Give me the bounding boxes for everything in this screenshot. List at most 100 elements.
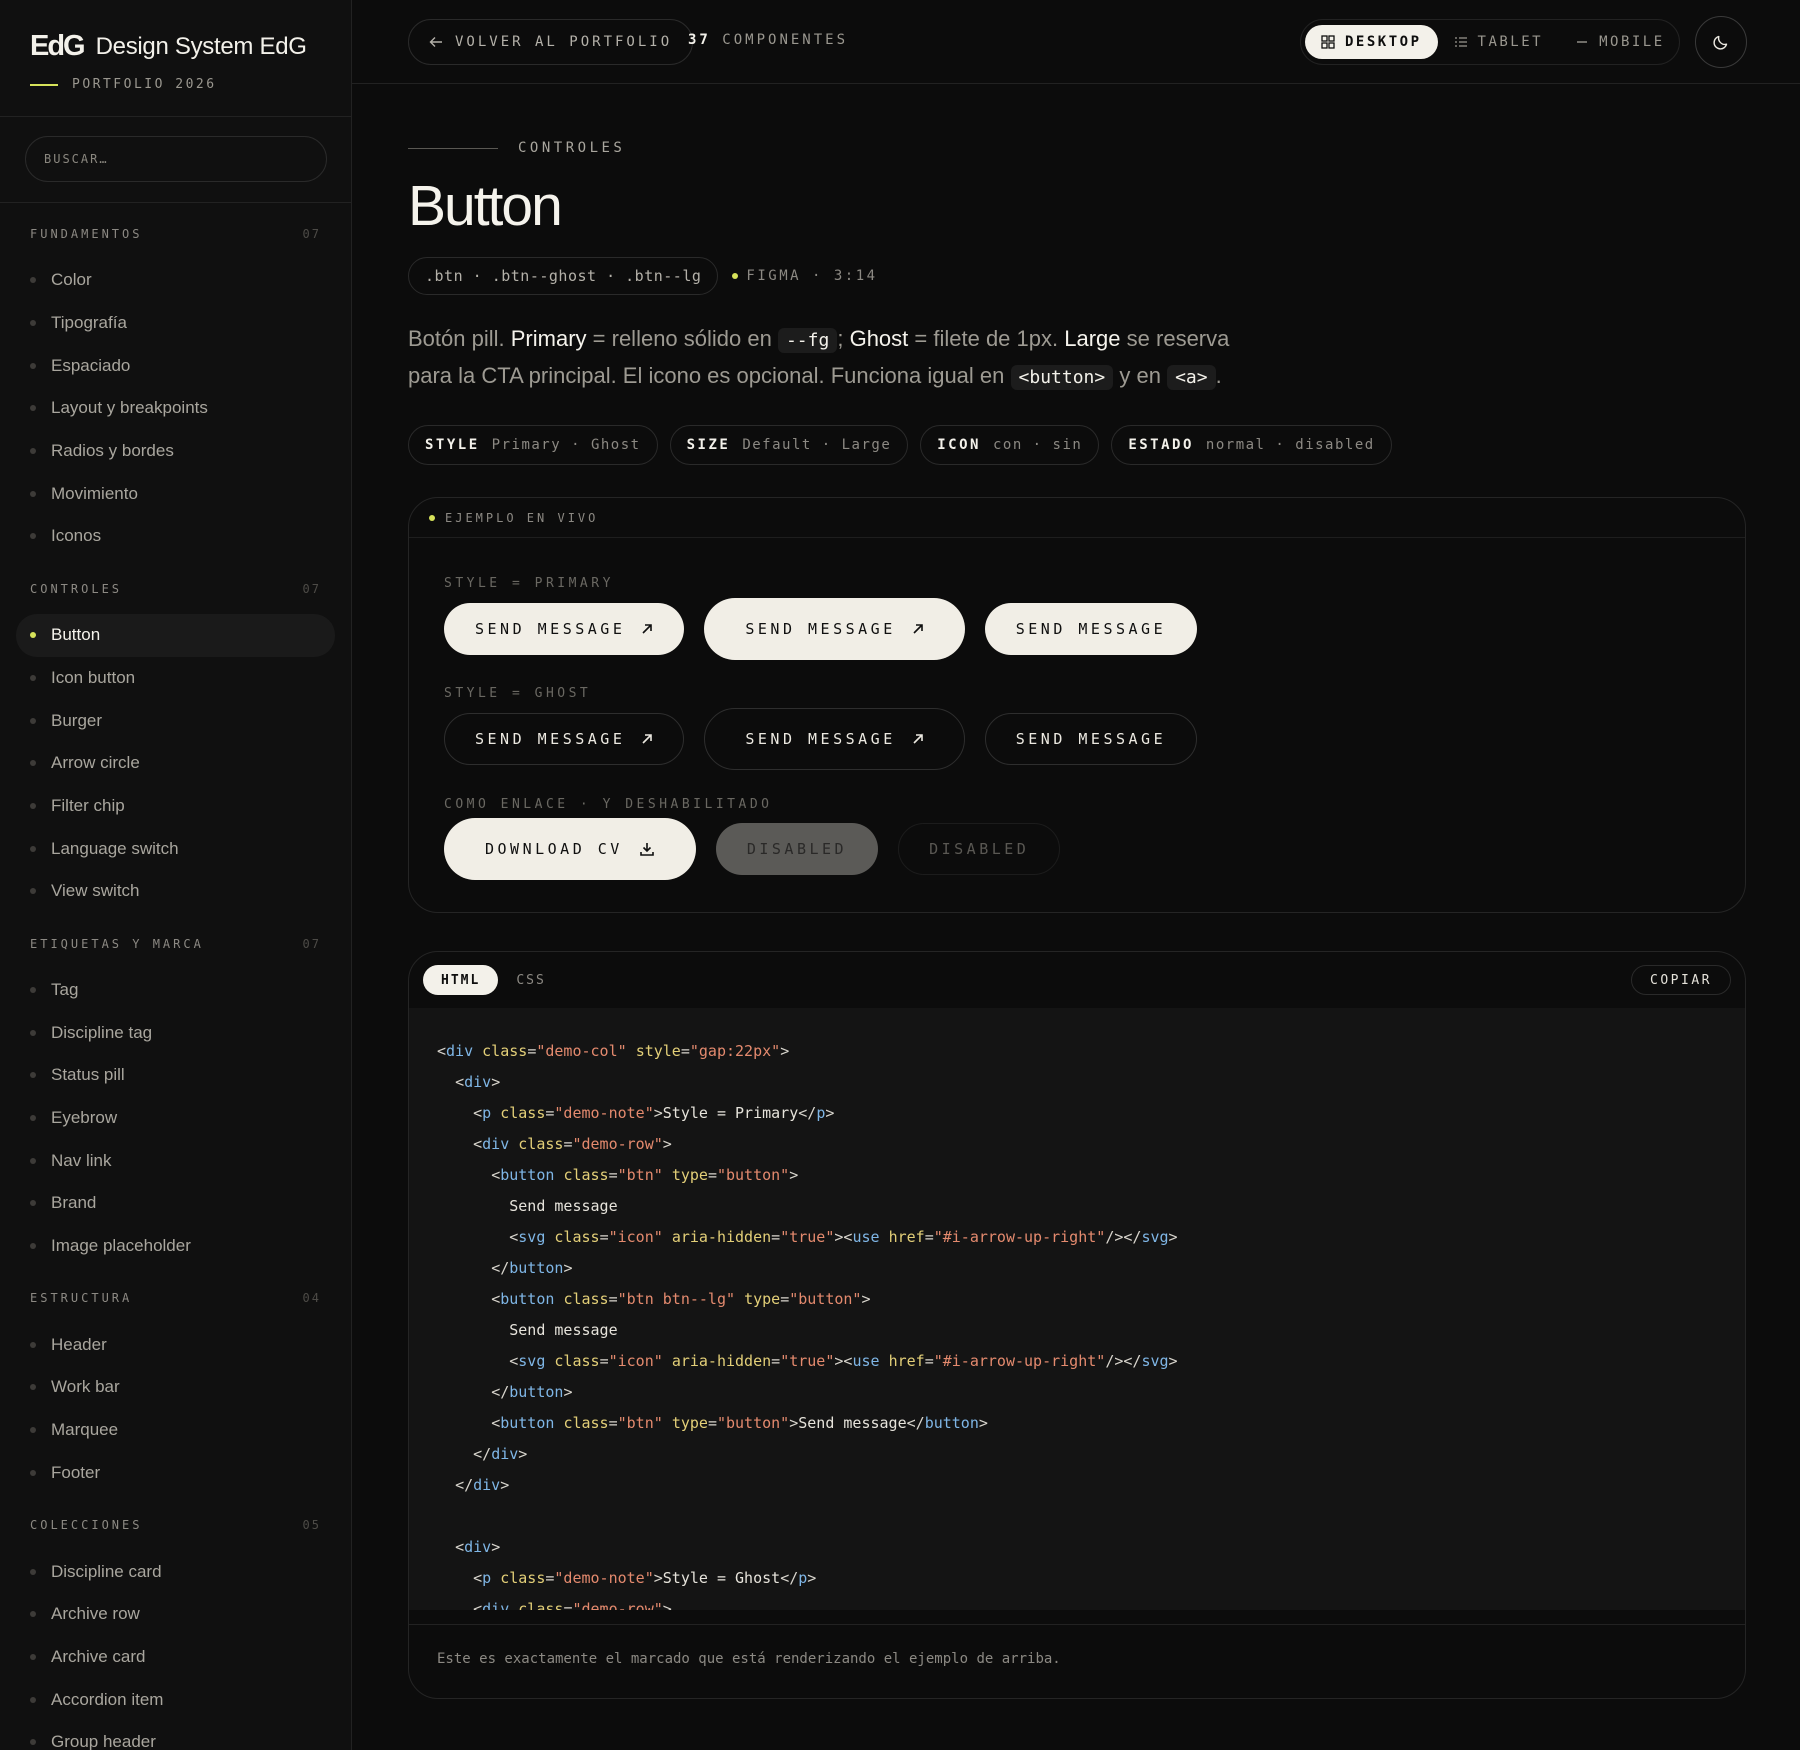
sidebar-item-label: Burger xyxy=(51,710,103,730)
code-line: Send message xyxy=(437,1197,618,1215)
sidebar-item-espaciado[interactable]: Espaciado xyxy=(16,344,335,387)
sidebar-item-image-placeholder[interactable]: Image placeholder xyxy=(16,1225,335,1268)
sidebar-item-layout-y-breakpoints[interactable]: Layout y breakpoints xyxy=(16,387,335,430)
bullet-dot xyxy=(30,845,36,852)
bullet-dot xyxy=(30,320,36,327)
sidebar-item-movimiento[interactable]: Movimiento xyxy=(16,472,335,515)
nav-group-count: 04 xyxy=(302,1291,321,1306)
brand-subtitle-row: PORTFOLIO 2026 xyxy=(30,77,321,92)
sidebar-item-iconos[interactable]: Iconos xyxy=(16,515,335,558)
code-line: </div> xyxy=(455,1476,510,1494)
send-message-no-icon-button[interactable]: SEND MESSAGE xyxy=(984,603,1198,655)
sidebar-item-header[interactable]: Header xyxy=(16,1323,335,1366)
search-input[interactable] xyxy=(25,136,327,182)
sidebar-item-radios-y-bordes[interactable]: Radios y bordes xyxy=(16,430,335,473)
sidebar-item-nav-link[interactable]: Nav link xyxy=(16,1139,335,1182)
sidebar-item-tipograf-a[interactable]: Tipografía xyxy=(16,302,335,345)
sidebar-item-status-pill[interactable]: Status pill xyxy=(16,1054,335,1097)
arrow-left-icon xyxy=(429,37,442,47)
download-cv-link[interactable]: DOWNLOAD CV xyxy=(444,818,696,880)
list-icon xyxy=(1454,37,1467,47)
sidebar-item-tag[interactable]: Tag xyxy=(16,969,335,1012)
sidebar-item-work-bar[interactable]: Work bar xyxy=(16,1366,335,1409)
sidebar-item-icon-button[interactable]: Icon button xyxy=(16,657,335,700)
view-desktop-button[interactable]: DESKTOP xyxy=(1305,25,1438,59)
sidebar: EdG Design System EdG PORTFOLIO 2026 FUN… xyxy=(0,0,352,1750)
sidebar-item-label: Arrow circle xyxy=(51,753,140,773)
props-row: STYLE Primary · Ghost SIZE Default · Lar… xyxy=(408,425,1746,465)
main-content: CONTROLES Button .btn · .btn--ghost · .b… xyxy=(408,84,1746,1699)
sidebar-item-footer[interactable]: Footer xyxy=(16,1452,335,1495)
send-message-ghost-large-button[interactable]: SEND MESSAGE xyxy=(704,708,965,770)
sidebar-item-button[interactable]: Button xyxy=(16,613,335,657)
sidebar-item-archive-row[interactable]: Archive row xyxy=(16,1593,335,1636)
nav-group-count: 07 xyxy=(302,581,321,596)
bullet-dot xyxy=(30,632,36,639)
sidebar-item-archive-card[interactable]: Archive card xyxy=(16,1636,335,1679)
code-line: <button class="btn" type="button"> xyxy=(491,1166,799,1184)
prop-values: Default · Large xyxy=(742,437,892,453)
button-label: SEND MESSAGE xyxy=(1015,620,1167,638)
theme-toggle-button[interactable] xyxy=(1695,16,1747,68)
nav-group-header: COLECCIONES 05 xyxy=(0,1518,351,1538)
prop-style: STYLE Primary · Ghost xyxy=(408,425,658,465)
tab-css[interactable]: CSS xyxy=(498,965,563,995)
nav-group: ETIQUETAS Y MARCA 07 Tag Discipline tag Stat… xyxy=(0,913,351,1268)
sidebar-item-marquee[interactable]: Marquee xyxy=(16,1409,335,1452)
sidebar-item-accordion-item[interactable]: Accordion item xyxy=(16,1678,335,1721)
send-message-large-button[interactable]: SEND MESSAGE xyxy=(704,598,965,660)
sidebar-item-burger[interactable]: Burger xyxy=(16,699,335,742)
sidebar-item-label: Discipline tag xyxy=(51,1022,153,1042)
sidebar-item-label: Button xyxy=(51,625,101,645)
arrow-up-right-icon xyxy=(913,624,923,634)
code-line: <p class="demo-note">Style = Ghost</p> xyxy=(473,1569,817,1587)
nav-list: Discipline card Archive row Archive card Ac… xyxy=(0,1550,351,1750)
code-line: <svg class="icon" aria-hidden="true"><us… xyxy=(509,1352,1178,1370)
view-mobile-button[interactable]: MOBILE xyxy=(1559,25,1681,59)
sidebar-item-group-header[interactable]: Group header xyxy=(16,1721,335,1750)
send-message-ghost-button[interactable]: SEND MESSAGE xyxy=(444,713,685,765)
view-tablet-button[interactable]: TABLET xyxy=(1438,25,1560,59)
bullet-dot xyxy=(30,760,36,767)
sidebar-item-view-switch[interactable]: View switch xyxy=(16,870,335,913)
code-line: <div class="demo-row"> xyxy=(473,1600,672,1610)
brand-subtitle: PORTFOLIO 2026 xyxy=(72,77,217,92)
sidebar-item-language-switch[interactable]: Language switch xyxy=(16,827,335,870)
code-block[interactable]: <div class="demo-col" style="gap:22px"> … xyxy=(409,1008,1745,1610)
sidebar-item-eyebrow[interactable]: Eyebrow xyxy=(16,1097,335,1140)
code-line: <svg class="icon" aria-hidden="true"><us… xyxy=(509,1228,1178,1246)
component-count-label: COMPONENTES xyxy=(722,32,849,48)
desc-text: Botón pill. xyxy=(408,326,505,351)
button-label: SEND MESSAGE xyxy=(475,730,626,748)
send-message-button[interactable]: SEND MESSAGE xyxy=(444,603,685,655)
send-message-ghost-no-icon-button[interactable]: SEND MESSAGE xyxy=(984,713,1198,765)
live-example-title: EJEMPLO EN VIVO xyxy=(445,510,599,525)
figma-ref[interactable]: FIGMA · 3:14 xyxy=(732,268,877,284)
sidebar-item-discipline-card[interactable]: Discipline card xyxy=(16,1550,335,1593)
nav-group-count: 07 xyxy=(302,936,321,951)
sidebar-item-brand[interactable]: Brand xyxy=(16,1182,335,1225)
figma-label: FIGMA · 3:14 xyxy=(746,268,878,284)
brand[interactable]: EdG Design System EdG xyxy=(30,30,321,63)
sidebar-item-filter-chip[interactable]: Filter chip xyxy=(16,785,335,828)
eyebrow-line xyxy=(408,147,498,149)
dash-icon xyxy=(1577,41,1588,43)
live-example-card: EJEMPLO EN VIVO STYLE = PRIMARY SEND MES… xyxy=(408,497,1746,913)
sidebar-item-color[interactable]: Color xyxy=(16,259,335,302)
tab-html[interactable]: HTML xyxy=(423,965,499,995)
code-line: <button class="btn btn--lg" type="button… xyxy=(491,1290,871,1308)
nav-group: CONTROLES 07 Button Icon button Burger Arrow … xyxy=(0,558,351,913)
sidebar-item-arrow-circle[interactable]: Arrow circle xyxy=(16,742,335,785)
sidebar-item-discipline-tag[interactable]: Discipline tag xyxy=(16,1011,335,1054)
sidebar-item-label: Group header xyxy=(51,1732,156,1750)
desc-large: Large xyxy=(1064,326,1121,351)
nav-group: FUNDAMENTOS 07 Color Tipografía Espaciado Lay… xyxy=(0,203,351,558)
arrow-up-right-icon xyxy=(913,734,923,744)
button-label: DOWNLOAD CV xyxy=(485,840,623,858)
demo-row-ghost: SEND MESSAGE SEND MESSAGE SEND MESSAGE xyxy=(444,708,1198,770)
back-to-portfolio-button[interactable]: VOLVER AL PORTFOLIO xyxy=(408,19,694,65)
sidebar-item-label: Accordion item xyxy=(51,1689,164,1709)
sidebar-item-label: Work bar xyxy=(51,1377,120,1397)
brand-name: Design System EdG xyxy=(95,32,307,60)
copy-button[interactable]: COPIAR xyxy=(1631,965,1731,995)
